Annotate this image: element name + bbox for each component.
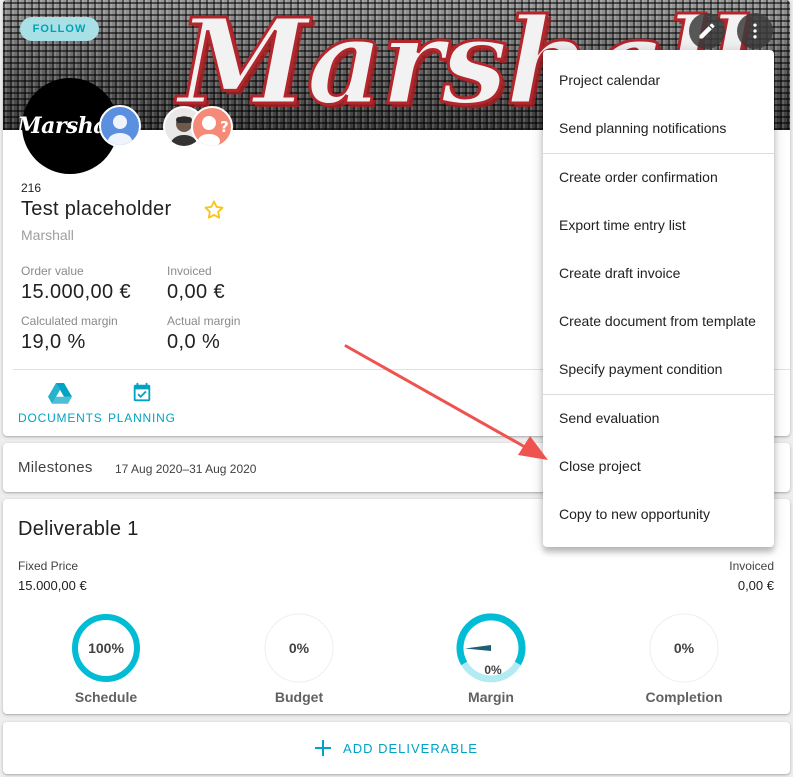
gauge-completion: 0% (648, 612, 720, 684)
gauge-margin-value: 0% (484, 663, 502, 677)
gauge-schedule-value: 100% (88, 640, 124, 656)
menu-item-copy-to-new-opportunity[interactable]: Copy to new opportunity (543, 490, 774, 538)
milestones-title: Milestones (18, 459, 93, 476)
gauge-completion-value: 0% (674, 640, 695, 656)
svg-text:?: ? (220, 118, 229, 136)
add-deliverable-button[interactable]: ADD DELIVERABLE (3, 722, 790, 774)
gauge-margin: 0% (455, 612, 527, 684)
pencil-icon (699, 23, 715, 39)
deliverable-title: Deliverable 1 (18, 518, 139, 540)
star-outline-icon (204, 200, 224, 219)
gauge-completion-label: Completion (645, 689, 723, 705)
project-options-menu: Project calendar Send planning notificat… (543, 50, 774, 547)
owner-avatar[interactable] (99, 105, 141, 147)
documents-label: DOCUMENTS (18, 411, 103, 425)
documents-button[interactable]: DOCUMENTS (18, 382, 103, 425)
invoiced-value: 0,00 € (167, 281, 226, 303)
deliverable-invoiced-value: 0,00 € (737, 578, 774, 593)
menu-item-close-project[interactable]: Close project (543, 442, 774, 490)
order-value-label: Order value (21, 264, 84, 278)
google-drive-icon (48, 383, 73, 404)
calculated-margin-label: Calculated margin (21, 314, 118, 328)
project-number: 216 (21, 181, 42, 195)
deliverable-invoiced-label: Invoiced (729, 559, 774, 573)
project-title: Test placeholder (21, 198, 172, 220)
follow-button[interactable]: FOLLOW (20, 17, 99, 41)
menu-item-create-document-from-template[interactable]: Create document from template (543, 297, 774, 345)
gauge-schedule-ring: 100% (72, 614, 140, 682)
menu-item-export-time-entry-list[interactable]: Export time entry list (543, 201, 774, 249)
deliverable-price: 15.000,00 € (18, 578, 87, 593)
gauge-margin-meter: 0% (456, 613, 526, 683)
gauge-completion-ring: 0% (649, 613, 719, 683)
customer-name: Marshall (21, 227, 74, 243)
menu-item-project-calendar[interactable]: Project calendar (543, 56, 774, 104)
more-vert-icon (753, 23, 757, 39)
menu-item-create-draft-invoice[interactable]: Create draft invoice (543, 249, 774, 297)
actual-margin-value: 0,0 % (167, 331, 221, 353)
plus-icon (315, 740, 332, 756)
menu-item-send-evaluation[interactable]: Send evaluation (543, 394, 774, 442)
calendar-check-icon (133, 382, 151, 402)
price-type-label: Fixed Price (18, 559, 79, 573)
menu-item-specify-payment-condition[interactable]: Specify payment condition (543, 345, 774, 393)
person-question-icon: ? (198, 116, 229, 146)
gauge-schedule: 100% (70, 612, 142, 684)
calculated-margin-value: 19,0 % (21, 331, 86, 353)
gauge-budget-label: Budget (274, 689, 324, 705)
gauge-budget-ring: 0% (264, 613, 334, 683)
gauge-schedule-label: Schedule (74, 689, 138, 705)
menu-item-send-planning-notifications[interactable]: Send planning notifications (543, 104, 774, 152)
gauge-budget-value: 0% (289, 640, 310, 656)
edit-button[interactable] (689, 13, 725, 49)
gauge-margin-label: Margin (468, 689, 514, 705)
order-value: 15.000,00 € (21, 281, 132, 303)
invoiced-label: Invoiced (167, 264, 212, 278)
person-icon (108, 115, 132, 145)
milestones-date-range: 17 Aug 2020–31 Aug 2020 (115, 462, 257, 476)
planning-button[interactable]: PLANNING (108, 382, 176, 425)
planning-label: PLANNING (108, 411, 176, 425)
favorite-button[interactable] (202, 198, 226, 222)
menu-item-create-order-confirmation[interactable]: Create order confirmation (543, 153, 774, 201)
add-deliverable-label: ADD DELIVERABLE (343, 740, 478, 756)
unassigned-member-avatar[interactable]: ? (191, 106, 233, 148)
actual-margin-label: Actual margin (167, 314, 241, 328)
more-options-button[interactable] (737, 13, 773, 49)
gauge-budget: 0% (263, 612, 335, 684)
